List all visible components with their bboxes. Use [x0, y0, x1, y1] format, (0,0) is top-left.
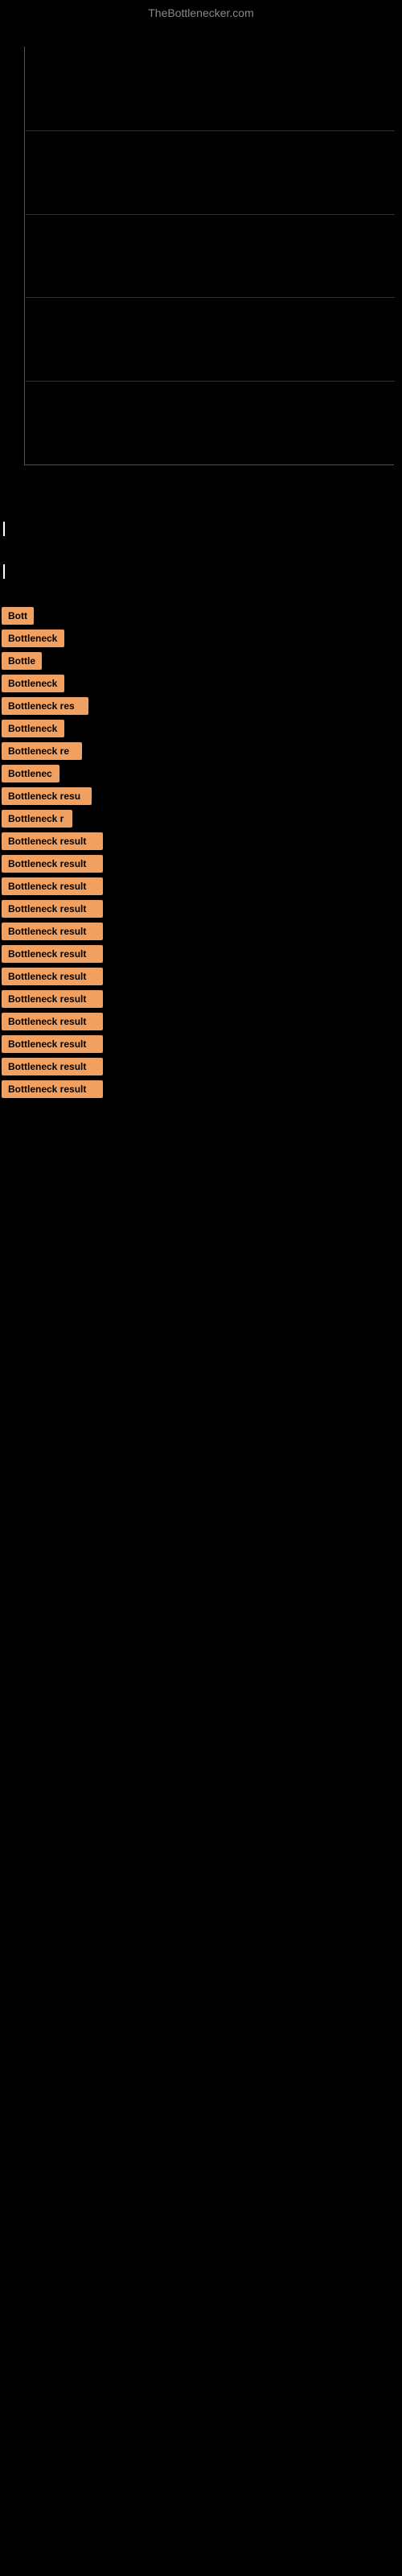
result-row: Bottleneck result [0, 1080, 402, 1098]
result-row: Bottleneck [0, 720, 402, 737]
input-cursor-container [0, 522, 402, 536]
results-area: Bott Bottleneck Bottle Bottleneck Bottleneck… [0, 599, 402, 1111]
grid-line-1 [26, 130, 395, 131]
result-badge: Bottle [2, 652, 42, 670]
result-badge: Bottleneck result [2, 832, 103, 850]
result-row: Bottleneck result [0, 990, 402, 1008]
input-cursor-2 [3, 564, 5, 579]
result-badge: Bottleneck [2, 630, 64, 647]
result-row: Bottlenec [0, 765, 402, 782]
grid-line-2 [26, 214, 395, 215]
result-badge: Bottleneck resu [2, 787, 92, 805]
result-badge: Bottleneck result [2, 945, 103, 963]
result-badge: Bott [2, 607, 34, 625]
result-row: Bott [0, 607, 402, 625]
result-badge: Bottlenec [2, 765, 59, 782]
result-row: Bottleneck result [0, 855, 402, 873]
result-badge: Bottleneck result [2, 1013, 103, 1030]
result-row: Bottleneck result [0, 945, 402, 963]
grid-line-3 [26, 297, 395, 298]
result-badge: Bottleneck result [2, 855, 103, 873]
chart-area [0, 23, 402, 489]
result-badge: Bottleneck r [2, 810, 72, 828]
result-badge: Bottleneck result [2, 877, 103, 895]
result-badge: Bottleneck [2, 675, 64, 692]
result-row: Bottleneck result [0, 1035, 402, 1053]
result-row: Bottleneck result [0, 1013, 402, 1030]
result-row: Bottleneck result [0, 968, 402, 985]
grid-line-4 [26, 381, 395, 382]
result-badge: Bottleneck result [2, 968, 103, 985]
result-badge: Bottleneck result [2, 1080, 103, 1098]
chart-inner [24, 47, 394, 465]
spacer-2 [0, 544, 402, 556]
site-title-container: TheBottlenecker.com [0, 0, 402, 23]
result-row: Bottleneck [0, 675, 402, 692]
result-row: Bottleneck re [0, 742, 402, 760]
result-row: Bottleneck result [0, 900, 402, 918]
spacer-1 [0, 489, 402, 514]
result-badge: Bottleneck result [2, 1035, 103, 1053]
result-row: Bottleneck result [0, 923, 402, 940]
result-row: Bottleneck result [0, 877, 402, 895]
result-row: Bottle [0, 652, 402, 670]
result-badge: Bottleneck result [2, 1058, 103, 1075]
result-row: Bottleneck [0, 630, 402, 647]
result-badge: Bottleneck res [2, 697, 88, 715]
result-row: Bottleneck res [0, 697, 402, 715]
result-row: Bottleneck resu [0, 787, 402, 805]
result-badge: Bottleneck [2, 720, 64, 737]
result-row: Bottleneck result [0, 1058, 402, 1075]
result-badge: Bottleneck result [2, 900, 103, 918]
site-title: TheBottlenecker.com [0, 0, 402, 23]
result-badge: Bottleneck result [2, 990, 103, 1008]
spacer-3 [0, 587, 402, 599]
input-cursor-container-2 [0, 564, 402, 579]
result-badge: Bottleneck re [2, 742, 82, 760]
input-cursor-1 [3, 522, 5, 536]
result-badge: Bottleneck result [2, 923, 103, 940]
result-row: Bottleneck r [0, 810, 402, 828]
result-row: Bottleneck result [0, 832, 402, 850]
